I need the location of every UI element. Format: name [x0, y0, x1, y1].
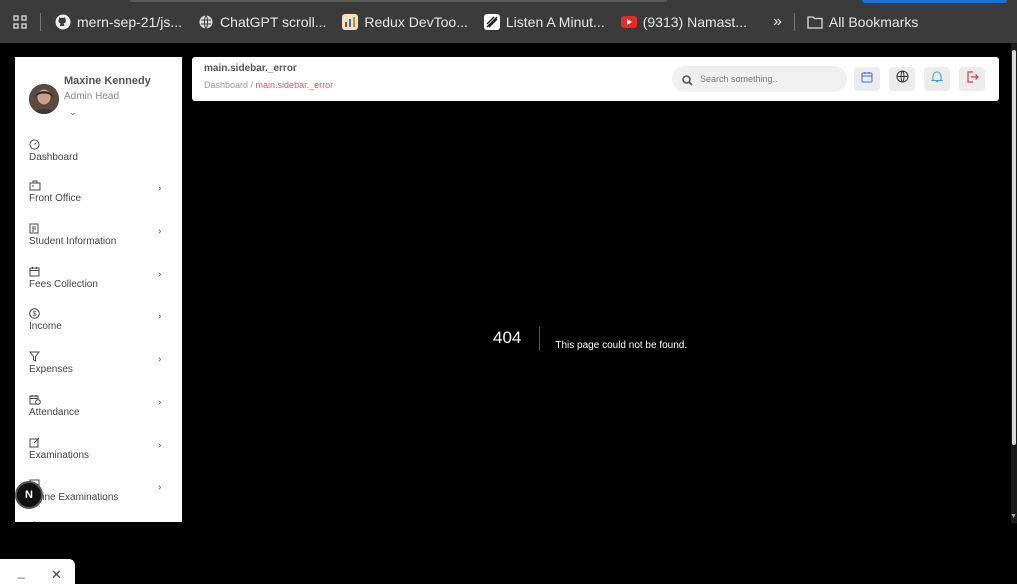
chevron-down-icon[interactable]: ⌄	[69, 107, 77, 118]
logout-button[interactable]	[959, 67, 985, 91]
svg-text:$: $	[33, 311, 37, 318]
user-profile[interactable]: Maxine Kennedy Admin Head ⌄	[15, 57, 182, 127]
language-button[interactable]	[889, 67, 915, 91]
sidebar-item-label: Examinations	[29, 450, 90, 461]
chevron-right-icon: ›	[158, 226, 162, 237]
youtube-icon	[620, 15, 637, 28]
sidebar-item-front-office[interactable]: Front Office ›	[15, 178, 182, 218]
sidebar-item-examinations[interactable]: Examinations ›	[15, 435, 182, 475]
notifications-button[interactable]	[924, 67, 950, 91]
student-information-icon	[29, 221, 41, 234]
bookmark-label: (9313) Namast...	[642, 13, 747, 30]
sidebar-item-label: Attendance	[29, 407, 80, 418]
bookmarks-bar: mern-sep-21/js... ChatGPT scroll... Redu…	[0, 0, 1017, 43]
chevron-right-icon: ›	[158, 354, 162, 365]
bookmark-label: ChatGPT scroll...	[220, 13, 327, 30]
bookmark-listen[interactable]: Listen A Minut...	[476, 0, 613, 43]
globe-icon	[896, 70, 909, 88]
listen-icon	[483, 13, 500, 30]
scroll-down-arrow-icon[interactable]: ▼	[1010, 513, 1017, 520]
breadcrumb: Dashboard / main.sidebar._error	[204, 80, 333, 90]
scrollbar-thumb[interactable]	[1012, 50, 1016, 445]
sidebar-item-label: Student Information	[29, 236, 117, 247]
all-bookmarks-button[interactable]: All Bookmarks	[803, 0, 922, 43]
attendance-icon	[29, 392, 41, 405]
mini-panel: _ ✕	[0, 559, 75, 584]
globe-icon	[198, 14, 214, 30]
dollar-icon: $	[29, 306, 41, 319]
bookmark-redux[interactable]: Redux DevToo...	[334, 0, 476, 43]
front-office-icon	[29, 178, 41, 191]
user-name: Maxine Kennedy	[64, 75, 151, 87]
sidebar-item-label: Expenses	[29, 364, 73, 375]
error-code: 404	[493, 327, 541, 351]
partial-icon	[29, 519, 41, 522]
tab-strip-edge-active	[862, 0, 1007, 3]
edit-icon	[29, 435, 41, 448]
sidebar-item-label: Dashboard	[29, 152, 78, 163]
user-role: Admin Head	[64, 91, 120, 102]
folder-icon	[807, 14, 823, 30]
sidebar-item-label: Front Office	[29, 193, 82, 204]
logout-icon	[966, 70, 979, 88]
not-found-message: 404 This page could not be found.	[493, 327, 687, 351]
apps-grid-icon[interactable]	[0, 0, 40, 43]
breadcrumb-current: main.sidebar._error	[255, 80, 334, 90]
sidebar-item-dashboard[interactable]: Dashboard	[15, 137, 182, 177]
bookmark-label: mern-sep-21/js...	[77, 13, 183, 30]
page-title: main.sidebar._error	[204, 63, 297, 74]
sidebar-item-label: line Examinations	[40, 492, 119, 503]
all-bookmarks-label: All Bookmarks	[828, 13, 919, 30]
bookmarks-separator	[793, 12, 795, 31]
chevron-right-icon: ›	[158, 183, 162, 194]
calendar-icon	[861, 70, 873, 88]
dashboard-icon	[29, 137, 41, 150]
bookmark-github[interactable]: mern-sep-21/js...	[47, 0, 190, 43]
sidebar-item-student-information[interactable]: Student Information ›	[15, 221, 182, 261]
sidebar-item-fees-collection[interactable]: Fees Collection ›	[15, 264, 182, 304]
error-message: This page could not be found.	[555, 339, 688, 351]
github-icon	[55, 14, 71, 30]
sidebar-item-attendance[interactable]: Attendance ›	[15, 392, 182, 432]
tab-strip-edge	[130, 0, 667, 2]
chevron-right-icon: ›	[158, 269, 162, 280]
sidebar-item-partial	[15, 519, 182, 522]
search-input[interactable]	[700, 70, 840, 88]
chevron-right-icon: ›	[158, 482, 162, 493]
breadcrumb-root[interactable]: Dashboard	[204, 80, 248, 90]
sidebar-item-income[interactable]: $ Income ›	[15, 306, 182, 346]
search-box[interactable]	[672, 66, 847, 92]
nextjs-dev-badge[interactable]: N	[15, 481, 43, 509]
close-icon[interactable]: ✕	[51, 567, 62, 583]
filter-icon	[28, 349, 41, 362]
bookmark-label: Redux DevToo...	[364, 13, 468, 30]
sidebar: Maxine Kennedy Admin Head ⌄ Dashboard Fr…	[15, 57, 182, 522]
bookmark-chatgpt[interactable]: ChatGPT scroll...	[190, 0, 334, 43]
top-header: main.sidebar._error Dashboard / main.sid…	[192, 57, 999, 101]
breadcrumb-separator: /	[248, 80, 256, 90]
bookmarks-separator	[40, 12, 41, 31]
chevron-right-icon: ›	[158, 311, 162, 322]
calendar-icon	[29, 264, 41, 277]
avatar	[29, 84, 59, 114]
bell-icon	[930, 70, 944, 88]
bookmark-label: Listen A Minut...	[505, 13, 605, 30]
search-icon	[682, 73, 694, 86]
bookmark-youtube[interactable]: (9313) Namast...	[613, 0, 755, 43]
sidebar-item-label: Income	[29, 321, 62, 332]
calendar-button[interactable]	[854, 67, 880, 91]
redux-icon	[342, 13, 359, 30]
more-chevron-icon: »	[772, 12, 782, 30]
minimize-button[interactable]: _	[18, 565, 25, 579]
sidebar-item-label: Fees Collection	[29, 279, 98, 290]
more-bookmarks-button[interactable]: »	[755, 0, 794, 43]
sidebar-item-expenses[interactable]: Expenses ›	[15, 349, 182, 389]
chevron-right-icon: ›	[158, 440, 162, 451]
chevron-right-icon: ›	[158, 397, 162, 408]
